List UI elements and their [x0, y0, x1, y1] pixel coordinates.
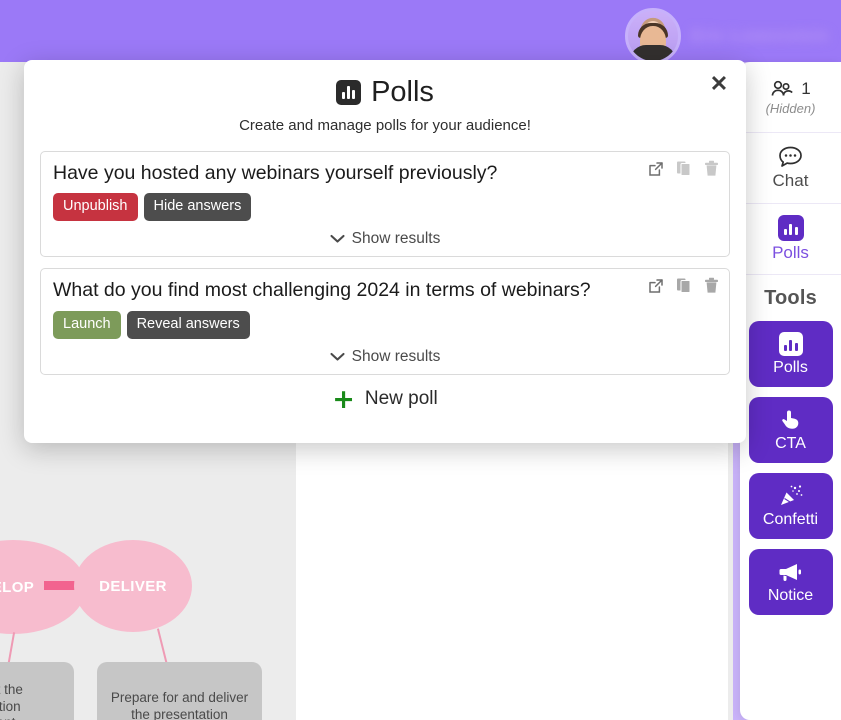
trash-icon[interactable]	[704, 277, 719, 294]
modal-title-text: Polls	[371, 76, 434, 108]
poll-card: What do you find most challenging 2024 i…	[40, 268, 730, 375]
external-link-icon[interactable]	[648, 278, 664, 294]
show-results-toggle[interactable]: Show results	[53, 230, 717, 248]
new-poll-label: New poll	[364, 388, 438, 410]
unpublish-button[interactable]: Unpublish	[53, 193, 138, 222]
plus-icon: +	[332, 383, 355, 415]
modal-subtitle: Create and manage polls for your audienc…	[239, 117, 531, 134]
modal-overlay: ✕ Polls Create and manage polls for your…	[0, 0, 841, 720]
poll-question: What do you find most challenging 2024 i…	[53, 279, 591, 302]
show-results-toggle[interactable]: Show results	[53, 348, 717, 366]
new-poll-button[interactable]: + New poll	[40, 386, 730, 413]
poll-button-row: Launch Reveal answers	[53, 310, 717, 339]
reveal-answers-button[interactable]: Reveal answers	[126, 310, 250, 339]
poll-button-row: Unpublish Hide answers	[53, 193, 717, 222]
launch-button[interactable]: Launch	[53, 310, 121, 339]
chevron-down-icon	[330, 352, 345, 361]
trash-icon[interactable]	[704, 160, 719, 177]
page-title: Polls	[24, 76, 746, 109]
poll-actions	[648, 160, 719, 177]
external-link-icon[interactable]	[648, 161, 664, 177]
duplicate-icon[interactable]	[676, 277, 692, 294]
bar-chart-icon	[336, 80, 362, 105]
polls-modal: ✕ Polls Create and manage polls for your…	[24, 60, 746, 443]
show-results-label: Show results	[351, 230, 441, 248]
poll-card: Have you hosted any webinars yourself pr…	[40, 151, 730, 258]
duplicate-icon[interactable]	[676, 160, 692, 177]
show-results-label: Show results	[351, 347, 441, 365]
close-icon[interactable]: ✕	[706, 71, 732, 97]
chevron-down-icon	[330, 235, 345, 243]
poll-list: Have you hosted any webinars yourself pr…	[40, 151, 730, 413]
hide-answers-button[interactable]: Hide answers	[143, 193, 252, 222]
poll-actions	[648, 277, 719, 294]
poll-question: Have you hosted any webinars yourself pr…	[53, 162, 498, 184]
